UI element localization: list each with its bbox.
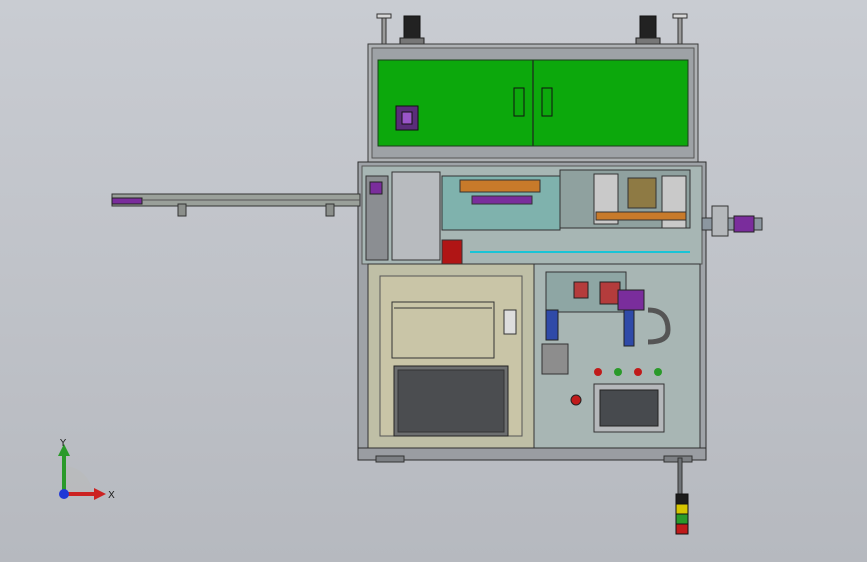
- signal-light-1: [675, 503, 689, 515]
- cad-viewport[interactable]: [0, 0, 867, 562]
- emergency-stop-icon[interactable]: [570, 394, 582, 406]
- process-bay[interactable]: [533, 263, 701, 449]
- signal-tower: [675, 457, 689, 535]
- coordinate-triad: Y X: [58, 438, 115, 501]
- x-axis-label: X: [108, 490, 115, 501]
- base: [357, 447, 707, 463]
- red-indicator-icon: [594, 368, 602, 376]
- y-axis-label: Y: [59, 438, 67, 449]
- red-indicator-icon: [634, 368, 642, 376]
- upper-frame[interactable]: [367, 43, 699, 163]
- z-axis-icon: [59, 489, 69, 499]
- door-handle-right: [541, 87, 553, 117]
- signal-light-2: [675, 513, 689, 525]
- controller-panel[interactable]: [391, 301, 495, 359]
- hmi-screen[interactable]: [599, 389, 659, 427]
- control-cabinet[interactable]: [367, 263, 535, 449]
- signal-light-3: [675, 523, 689, 535]
- door-handle-left: [513, 87, 525, 117]
- red-block: [441, 239, 463, 265]
- signal-light-0: [675, 493, 689, 505]
- conveyor-right[interactable]: [701, 205, 763, 237]
- top-feet: [376, 13, 688, 47]
- green-indicator-icon: [654, 368, 662, 376]
- conveyor-left[interactable]: [111, 193, 361, 217]
- green-indicator-icon: [614, 368, 622, 376]
